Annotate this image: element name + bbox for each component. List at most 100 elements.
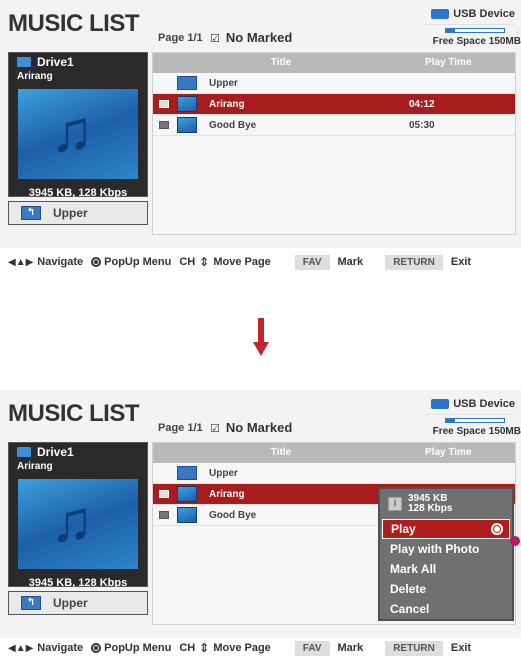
table-row-arirang[interactable]: Arirang 04:12 xyxy=(153,94,515,115)
music-list-screen-before: MUSIC LIST Page 1/1 ☑ No Marked USB Devic… xyxy=(0,0,521,248)
move-page-label: Move Page xyxy=(213,642,271,654)
menu-item-play-with-photo[interactable]: Play with Photo xyxy=(380,539,512,559)
popup-menu-hint: PopUp Menu xyxy=(91,642,171,654)
drive-name: Drive1 xyxy=(37,445,74,459)
table-row-upper[interactable]: Upper xyxy=(153,463,515,484)
col-title-header: Title xyxy=(270,447,292,458)
usb-device-label: USB Device xyxy=(453,398,515,410)
upper-button[interactable]: ↰ Upper xyxy=(8,201,148,225)
ch-label: CH xyxy=(179,642,196,654)
popup-menu-hint: PopUp Menu xyxy=(91,256,171,268)
usb-device-status: USB Device Free Space 150MB xyxy=(425,4,521,47)
popup-info: i 3945 KB 128 Kbps xyxy=(380,489,512,519)
row-title: Upper xyxy=(209,77,238,89)
now-playing-panel: Drive1 Arirang ♫ 3945 KB, 128 Kbps xyxy=(8,52,148,199)
mark-checkbox[interactable] xyxy=(159,100,169,108)
menu-item-play[interactable]: Play xyxy=(382,519,510,539)
row-title: Arirang xyxy=(209,488,245,500)
page-title: MUSIC LIST xyxy=(8,400,140,427)
navigate-label: Navigate xyxy=(37,256,84,268)
mark-label: Mark xyxy=(337,256,364,268)
fav-key: FAV xyxy=(294,254,330,270)
upper-button-label: Upper xyxy=(53,596,88,610)
folder-up-icon xyxy=(177,76,197,90)
move-page-hint: CH ⇕ Move Page xyxy=(179,641,270,655)
usb-icon xyxy=(431,9,450,19)
mark-checkbox[interactable] xyxy=(159,490,169,498)
popup-info-text: 3945 KB 128 Kbps xyxy=(408,494,452,514)
music-thumbnail-icon xyxy=(177,486,197,502)
track-info: 3945 KB, 128 Kbps xyxy=(28,577,128,589)
navigate-arrows-icon: ◀▲▶ xyxy=(8,642,34,654)
row-title: Good Bye xyxy=(209,119,257,131)
free-space-text: Free Space 150MB xyxy=(432,36,521,47)
navigate-arrows-icon: ◀▲▶ xyxy=(8,256,34,268)
menu-item-cancel[interactable]: Cancel xyxy=(380,599,512,619)
row-title: Upper xyxy=(209,467,238,479)
move-page-hint: CH ⇕ Move Page xyxy=(179,255,270,269)
navigate-hint: ◀▲▶ Navigate xyxy=(8,642,83,654)
free-space-text: Free Space 150MB xyxy=(432,426,521,437)
radio-selected-icon xyxy=(491,523,503,535)
track-name: Arirang xyxy=(17,461,53,472)
now-playing-panel: Drive1 Arirang ♫ 3945 KB, 128 Kbps xyxy=(8,442,148,589)
page-indicator: Page 1/1 xyxy=(158,422,203,434)
music-thumbnail-icon xyxy=(177,96,197,112)
footer-help-bar: ◀▲▶ Navigate PopUp Menu CH ⇕ Move Page FAV M… xyxy=(0,634,521,662)
file-info-icon: i xyxy=(388,497,402,511)
music-list-screen-after: MUSIC LIST Page 1/1 ☑ No Marked USB Devic… xyxy=(0,390,521,638)
menu-item-label: Play with Photo xyxy=(390,542,480,556)
drive-label: Drive1 xyxy=(9,443,147,461)
free-space-bar xyxy=(445,28,505,33)
music-thumbnail-icon xyxy=(177,117,197,133)
col-playtime-header: Play Time xyxy=(425,447,472,458)
upper-button[interactable]: ↰ Upper xyxy=(8,591,148,615)
drive-icon xyxy=(17,447,31,457)
ch-arrows-icon: ⇕ xyxy=(199,255,210,269)
usb-device-label: USB Device xyxy=(453,8,515,20)
menu-item-label: Delete xyxy=(390,582,427,596)
row-time: 04:12 xyxy=(409,98,435,110)
folder-up-icon: ↰ xyxy=(21,596,41,610)
usb-device-status: USB Device Free Space 150MB xyxy=(425,394,521,437)
col-title-header: Title xyxy=(270,57,292,68)
page-title: MUSIC LIST xyxy=(8,10,140,37)
popup-menu-label: PopUp Menu xyxy=(104,642,172,654)
checkbox-icon: ☑ xyxy=(210,423,220,435)
folder-up-icon xyxy=(177,466,197,480)
return-key: RETURN xyxy=(385,254,443,270)
table-row-goodbye[interactable]: Good Bye 05:30 xyxy=(153,115,515,136)
page-indicator: Page 1/1 xyxy=(158,32,203,44)
drive-name: Drive1 xyxy=(37,55,74,69)
checkbox-icon: ☑ xyxy=(210,33,220,45)
ch-arrows-icon: ⇕ xyxy=(199,641,210,655)
exit-label: Exit xyxy=(450,256,472,268)
table-row-upper[interactable]: Upper xyxy=(153,73,515,94)
mark-label: Mark xyxy=(337,642,364,654)
track-name: Arirang xyxy=(17,71,53,82)
mark-checkbox[interactable] xyxy=(159,121,169,129)
menu-item-label: Mark All xyxy=(390,562,437,576)
free-space-bar xyxy=(445,418,505,423)
popup-bitrate: 128 Kbps xyxy=(408,503,453,514)
menu-item-mark-all[interactable]: Mark All xyxy=(380,559,512,579)
music-note-icon: ♫ xyxy=(50,489,94,554)
menu-item-label: Play xyxy=(391,522,416,536)
menu-item-label: Cancel xyxy=(390,602,430,616)
table-header: Title Play Time xyxy=(153,443,515,463)
track-info: 3945 KB, 128 Kbps xyxy=(28,187,128,199)
album-art: ♫ xyxy=(18,479,138,569)
usb-device-row: USB Device xyxy=(425,4,515,25)
ok-button-icon xyxy=(91,643,102,653)
table-header: Title Play Time xyxy=(153,53,515,73)
mark-checkbox[interactable] xyxy=(159,511,169,519)
drive-icon xyxy=(17,57,31,67)
col-playtime-header: Play Time xyxy=(425,57,472,68)
marked-text: No Marked xyxy=(225,420,293,435)
music-thumbnail-icon xyxy=(177,507,197,523)
popup-menu-label: PopUp Menu xyxy=(104,256,172,268)
return-key: RETURN xyxy=(385,640,443,656)
menu-item-delete[interactable]: Delete xyxy=(380,579,512,599)
drive-label: Drive1 xyxy=(9,53,147,71)
down-arrow-icon xyxy=(253,318,269,360)
